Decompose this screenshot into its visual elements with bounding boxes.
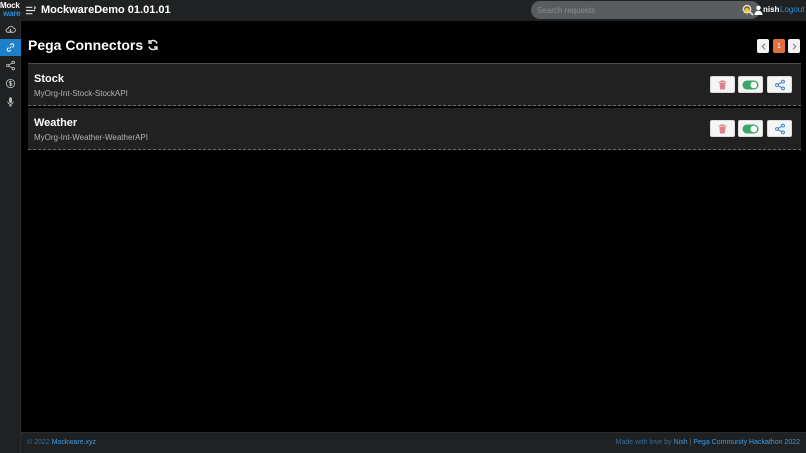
page-title: Pega Connectors bbox=[28, 37, 159, 53]
site-link[interactable]: Mockware.xyz bbox=[52, 439, 96, 446]
page-title-text: Pega Connectors bbox=[28, 37, 144, 53]
refresh-icon[interactable] bbox=[147, 39, 159, 51]
connector-ruleset: MyOrg-Int-Weather-WeatherAPI bbox=[34, 133, 148, 142]
share-connector-button[interactable] bbox=[767, 76, 792, 93]
enable-connector-toggle[interactable] bbox=[738, 76, 763, 93]
sidebar-item-share[interactable] bbox=[0, 57, 21, 74]
app-title: MockwareDemo 01.01.01 bbox=[41, 4, 171, 16]
sidebar-item-connectors[interactable] bbox=[0, 39, 21, 56]
trash-icon bbox=[718, 124, 727, 133]
footer: © 2022 Mockware.xyz Made with love by Ni… bbox=[21, 432, 806, 453]
copyright-text: © 2022 bbox=[27, 439, 50, 446]
trash-icon bbox=[718, 80, 727, 89]
sun-icon[interactable] bbox=[742, 5, 752, 15]
event-link[interactable]: Pega Community Hackathon 2022 bbox=[693, 439, 800, 446]
pagination-next-button[interactable] bbox=[788, 39, 800, 53]
share-icon bbox=[774, 123, 785, 134]
connector-card-weather: Weather MyOrg-Int-Weather-WeatherAPI bbox=[28, 108, 801, 150]
menu-toggle-icon[interactable] bbox=[25, 5, 36, 16]
connector-ruleset: MyOrg-Int-Stock-StockAPI bbox=[34, 89, 128, 98]
author-link[interactable]: Nish bbox=[674, 439, 688, 446]
user-icon bbox=[754, 5, 763, 15]
enable-connector-toggle[interactable] bbox=[738, 120, 763, 137]
logout-link[interactable]: Logout bbox=[780, 5, 804, 14]
microphone-icon bbox=[7, 97, 14, 107]
pagination-prev-button[interactable] bbox=[757, 39, 769, 53]
made-with-text: Made with love by bbox=[615, 439, 672, 446]
connector-card-stock: Stock MyOrg-Int-Stock-StockAPI bbox=[28, 64, 801, 106]
top-bar: MockwareDemo 01.01.01 nish Logout bbox=[21, 0, 806, 21]
link-icon bbox=[6, 43, 15, 52]
pagination-page-current[interactable]: 1 bbox=[773, 39, 785, 53]
share-icon bbox=[6, 60, 15, 71]
user-name: nish bbox=[763, 5, 780, 14]
app-logo[interactable]: Mock ware bbox=[0, 0, 21, 19]
share-connector-button[interactable] bbox=[767, 120, 792, 137]
cloud-icon bbox=[5, 25, 16, 33]
chevron-right-icon bbox=[792, 42, 797, 50]
toggle-on-icon bbox=[742, 124, 759, 133]
footer-credits: Made with love by Nish | Pega Community … bbox=[616, 439, 800, 446]
delete-connector-button[interactable] bbox=[710, 120, 735, 137]
connector-name: Stock bbox=[34, 73, 64, 85]
search-input[interactable] bbox=[537, 3, 727, 17]
search-bar bbox=[531, 1, 760, 19]
sidebar: Mock ware bbox=[0, 0, 21, 453]
footer-separator: | bbox=[689, 439, 692, 446]
footer-copyright: © 2022 Mockware.xyz bbox=[27, 439, 96, 446]
connector-name: Weather bbox=[34, 117, 78, 129]
delete-connector-button[interactable] bbox=[710, 76, 735, 93]
logo-text-line2: ware bbox=[3, 9, 21, 18]
sidebar-item-cloud[interactable] bbox=[0, 21, 21, 38]
sidebar-item-pricing[interactable] bbox=[0, 75, 21, 92]
chevron-left-icon bbox=[760, 42, 765, 50]
share-icon bbox=[774, 79, 785, 90]
dollar-icon bbox=[5, 78, 16, 89]
sidebar-item-voice[interactable] bbox=[0, 93, 21, 110]
toggle-on-icon bbox=[742, 80, 759, 89]
